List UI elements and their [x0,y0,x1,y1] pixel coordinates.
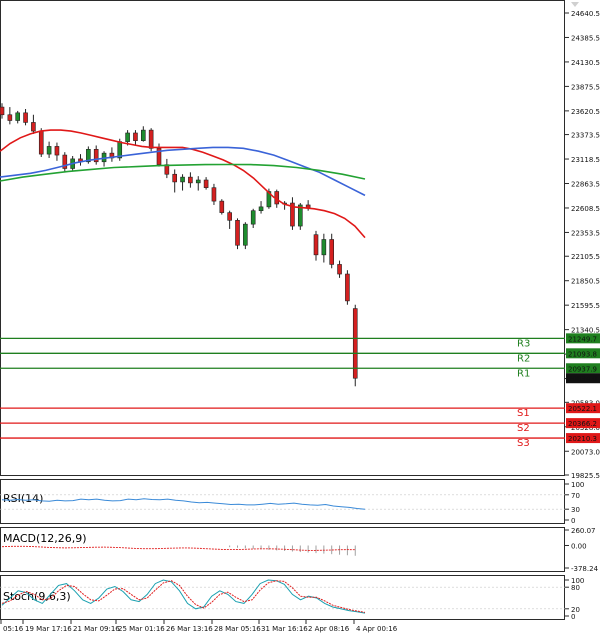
price-y-tick-label: 24385.5 [571,34,600,42]
candle-body [133,132,138,141]
candle [352,304,358,387]
panel-y-tick-label: 0 [571,517,575,525]
pivot-level-value: 21249.7 [568,335,597,343]
candle-body [203,179,209,188]
x-tick-label: 21 Mar 09:16 [73,625,120,633]
pivot-level-value: 20937.9 [568,365,597,373]
candle-body [243,223,248,246]
candle-body [188,176,193,184]
candle-body [172,173,177,183]
candle-body [195,179,201,184]
candle-body [180,176,185,183]
candle-body [15,112,20,121]
candle-body [219,200,225,213]
candle-body [0,106,5,116]
candle-body [345,273,350,302]
candle-body [258,206,264,212]
panel-y-tick-label: 0.00 [571,542,587,550]
x-tick-label: 28 Mar 05:16 [214,625,261,633]
candle [243,222,248,250]
candle-body [329,239,335,265]
candle-body [23,112,28,123]
candle-body [46,146,52,155]
candle-body [7,114,13,121]
price-y-tick-label: 23373.5 [571,132,600,140]
pivot-level-name: R3 [517,338,530,349]
candle [345,270,350,305]
price-y-tick-label: 22863.5 [571,181,600,189]
candle-body [54,146,60,156]
pivot-level-value: 20210.3 [568,435,597,443]
pivot-level-value: 20366.2 [568,420,597,428]
candle-body [321,239,327,256]
price-y-tick-label: 20073.0 [571,448,600,456]
x-tick-label: 4 Apr 00:16 [356,625,398,633]
panel-y-tick-label: 260.07 [571,527,596,535]
panel-y-tick-label: 0 [571,613,575,621]
macd-title: MACD(12,26,9) [3,532,87,545]
panel-y-tick-label: 100 [571,481,584,489]
pivot-level-name: S3 [517,438,530,449]
price-y-tick-label: 24640.5 [571,10,600,18]
price-y-tick-label: 19825.5 [571,472,600,480]
candle-body [235,220,240,246]
candle [38,128,44,157]
candle [219,199,225,215]
chart: 24640.5 24385.5 24130.5 23875.5 23620.5 23373… [0,0,600,637]
pivot-level-value: 20522.1 [568,405,597,413]
candle-body [148,129,154,149]
price-y-tick-label: 21595.5 [571,302,600,310]
x-tick-label: 19 Mar 17:16 [25,625,72,633]
chart-background [0,0,600,637]
pivot-level-name: S2 [517,423,530,434]
price-y-tick-label: 22608.5 [571,205,600,213]
candle-body [337,264,342,275]
candle-body [125,132,130,142]
candle-body [211,187,217,202]
panel-y-tick-label: 70 [571,492,580,500]
candle-body [250,210,256,225]
x-tick-label: 25 Mar 01:16 [118,625,165,633]
rsi-title: RSI(14) [3,492,43,505]
price-y-tick-label: 21850.5 [571,278,600,286]
pivot-level-name: S1 [517,408,530,419]
x-tick-label: 26 Mar 13:16 [166,625,213,633]
price-y-tick-label: 23118.5 [571,156,600,164]
candle-body [141,129,146,141]
price-y-tick-label: 22353.5 [571,229,600,237]
candle-body [227,212,232,221]
price-y-tick-label: 23875.5 [571,83,600,91]
price-y-tick-label: 22105.5 [571,253,600,261]
panel-y-tick-label: -378.24 [571,565,599,573]
candle-body [38,130,44,155]
x-tick-label: 2 Apr 08:16 [308,625,350,633]
pivot-level-name: R2 [517,353,530,364]
price-y-tick-label: 24130.5 [571,59,600,67]
candle-body [31,122,36,132]
candle-body [313,234,319,256]
panel-y-tick-label: 80 [571,584,580,592]
pivot-level-name: R1 [517,368,530,379]
pivot-level-value: 21093.8 [568,350,597,358]
current-price-value: 20834.0 [568,375,597,383]
panel-y-tick-label: 30 [571,506,580,514]
candle [235,218,240,250]
x-tick-label: 31 Mar 16:16 [261,625,308,633]
x-tick-label: 05:16 [3,625,24,633]
price-y-tick-label: 23620.5 [571,108,600,116]
